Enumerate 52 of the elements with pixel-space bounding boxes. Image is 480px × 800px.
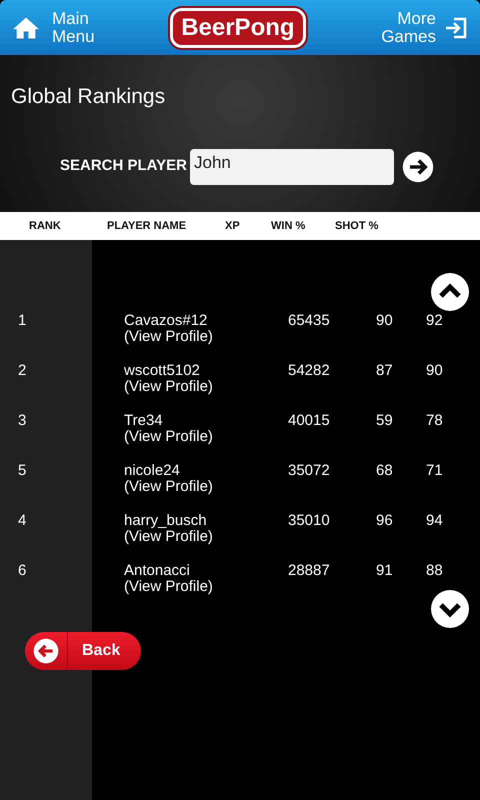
- rank-cell-text: 2: [17, 363, 28, 379]
- column-header: WIN %: [271, 218, 306, 234]
- beer-pong-logo: BeerPong: [170, 8, 306, 48]
- view-profile-link[interactable]: (View Profile): [124, 329, 213, 345]
- xp-cell-text: 35072: [288, 463, 331, 479]
- scroll-down-icon[interactable]: [430, 589, 470, 629]
- scroll-up-icon[interactable]: [430, 272, 470, 312]
- win-cell-text: 96: [376, 513, 394, 529]
- shot-cell-text: 71: [426, 463, 444, 479]
- win-cell-text: 87: [376, 363, 394, 379]
- column-header: PLAYER NAME: [107, 218, 188, 234]
- player-name: Cavazos#12: [124, 313, 208, 329]
- rank-cell-text: 5: [17, 463, 28, 479]
- shot-cell-text: 94: [426, 513, 444, 529]
- page-title: Global Rankings: [11, 84, 166, 110]
- xp-cell-text: 40015: [288, 413, 331, 429]
- win-cell-text: 68: [376, 463, 394, 479]
- player-name: Tre34: [124, 413, 163, 429]
- column-header: RANK: [29, 218, 62, 234]
- column-header: SHOT %: [335, 218, 380, 234]
- rank-cell-text: 4: [17, 513, 28, 529]
- view-profile-link[interactable]: (View Profile): [124, 379, 213, 395]
- win-cell-text: 91: [376, 563, 394, 579]
- rank-cell-text: 3: [17, 413, 28, 429]
- view-profile-link[interactable]: (View Profile): [124, 529, 213, 545]
- player-name: harry_busch: [124, 513, 207, 529]
- search-go-icon[interactable]: [402, 150, 434, 182]
- rank-cell-text: 6: [17, 563, 28, 579]
- column-header: XP: [225, 218, 241, 234]
- shot-cell-text: 88: [426, 563, 444, 579]
- search-label: SEARCH PLAYER: [60, 156, 187, 176]
- player-name: wscott5102: [124, 363, 200, 379]
- shot-cell-text: 78: [426, 413, 444, 429]
- rank-cell-text: 1: [17, 313, 28, 329]
- view-profile-link[interactable]: (View Profile): [124, 479, 213, 495]
- exit-icon: [444, 16, 468, 40]
- xp-cell-text: 54282: [288, 363, 331, 379]
- win-cell-text: 90: [376, 313, 394, 329]
- more-games-button[interactable]: More Games: [381, 10, 468, 46]
- main-menu-button[interactable]: Main Menu: [12, 10, 95, 46]
- player-name: Antonacci: [124, 563, 190, 579]
- player-name: nicole24: [124, 463, 180, 479]
- shot-cell-text: 90: [426, 363, 444, 379]
- view-profile-link[interactable]: (View Profile): [124, 579, 213, 595]
- back-button[interactable]: Back: [25, 632, 141, 670]
- search-field[interactable]: John: [190, 148, 394, 184]
- view-profile-link[interactable]: (View Profile): [124, 429, 213, 445]
- xp-cell-text: 28887: [288, 563, 331, 579]
- xp-cell-text: 65435: [288, 313, 331, 329]
- win-cell-text: 59: [376, 413, 394, 429]
- xp-cell-text: 35010: [288, 513, 331, 529]
- shot-cell-text: 92: [426, 313, 444, 329]
